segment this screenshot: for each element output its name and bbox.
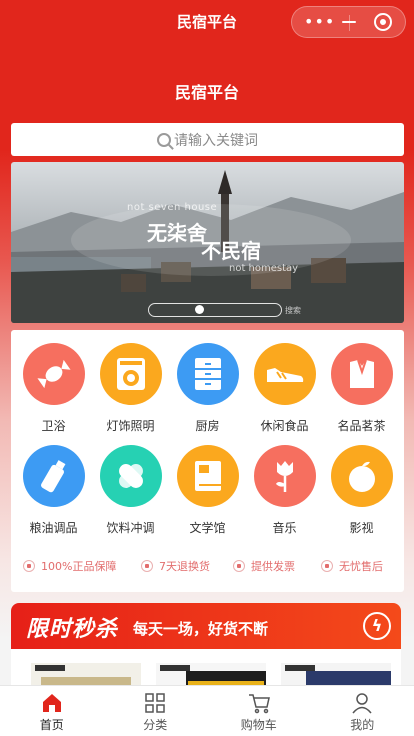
book-icon xyxy=(176,445,239,507)
pill-icon xyxy=(99,445,162,507)
tab-home[interactable]: 首页 xyxy=(0,686,104,736)
banner-pager-dot[interactable] xyxy=(195,305,204,314)
rose-icon xyxy=(253,445,316,507)
receipt-icon xyxy=(233,560,245,572)
category-label: 粮油调品 xyxy=(29,521,78,535)
category-label: 音乐 xyxy=(272,521,297,535)
user-icon xyxy=(311,686,414,714)
category-item[interactable]: 休闲食品 xyxy=(246,343,323,434)
category-label: 名品茗茶 xyxy=(337,419,386,433)
banner-pager-track xyxy=(148,303,282,317)
category-label: 灯饰照明 xyxy=(106,419,155,433)
category-label: 文学馆 xyxy=(189,521,226,535)
bottom-tab-bar: 首页 分类 购物车 我的 xyxy=(0,685,414,736)
search-icon xyxy=(157,132,171,147)
category-item[interactable]: 音乐 xyxy=(246,445,323,536)
menu-capsule: ••• xyxy=(291,6,406,38)
shield-icon xyxy=(23,560,35,572)
category-item[interactable]: 厨房 xyxy=(169,343,246,434)
category-item[interactable]: 文学馆 xyxy=(169,445,246,536)
search-bar[interactable]: 请输入关键词 xyxy=(11,123,404,156)
category-item[interactable]: 名品茗茶 xyxy=(323,343,400,434)
capsule-divider xyxy=(349,15,350,31)
mini-program-nav-bar: 民宿平台 ••• xyxy=(0,0,414,44)
category-label: 饮料冲调 xyxy=(106,521,155,535)
category-item[interactable]: 影视 xyxy=(323,445,400,536)
grid-icon xyxy=(104,686,208,714)
shirt-icon xyxy=(330,343,393,405)
tab-me[interactable]: 我的 xyxy=(311,686,414,736)
category-item[interactable]: 饮料冲调 xyxy=(92,445,169,536)
banner-tagline-top: not seven house xyxy=(127,202,218,213)
more-icon[interactable]: ••• xyxy=(304,14,335,30)
bottle-icon xyxy=(22,445,85,507)
apple-icon xyxy=(330,445,393,507)
category-item[interactable]: 卫浴 xyxy=(15,343,92,434)
tab-category[interactable]: 分类 xyxy=(104,686,208,736)
page-title: 民宿平台 xyxy=(174,83,239,102)
guarantee-item: 提供发票 xyxy=(233,558,295,574)
lightning-icon: ϟ xyxy=(363,612,391,640)
home-icon xyxy=(0,686,104,714)
service-icon xyxy=(321,560,333,572)
minimize-icon[interactable] xyxy=(342,21,356,23)
category-panel: 卫浴 灯饰照明 厨房 休闲食品 名品茗茶 粮油调品 饮料冲调 文学馆 音乐 影视… xyxy=(11,330,404,592)
category-item[interactable]: 粮油调品 xyxy=(15,445,92,536)
washer-icon xyxy=(99,343,162,405)
cabinet-icon xyxy=(176,343,239,405)
close-target-icon[interactable] xyxy=(374,13,392,31)
category-label: 影视 xyxy=(349,521,374,535)
category-item[interactable]: 灯饰照明 xyxy=(92,343,169,434)
cart-icon xyxy=(207,686,311,714)
tab-cart[interactable]: 购物车 xyxy=(207,686,311,736)
banner-headline-2: 不民宿 xyxy=(201,239,261,263)
refresh-icon xyxy=(141,560,153,572)
category-label: 卫浴 xyxy=(41,419,66,433)
banner-tagline-bottom: not homestay xyxy=(229,263,299,274)
flash-sale-header: 限时秒杀 每天一场，好货不断 ϟ xyxy=(11,603,401,649)
candy-icon xyxy=(22,343,85,405)
hero-banner[interactable]: not seven house 无柒舍 不民宿 not homestay 搜索 xyxy=(11,162,404,323)
search-placeholder: 请输入关键词 xyxy=(174,132,258,149)
banner-headline-1: 无柒舍 xyxy=(147,221,207,245)
category-label: 休闲食品 xyxy=(260,419,309,433)
flash-sale-section[interactable]: 限时秒杀 每天一场，好货不断 ϟ xyxy=(11,603,401,693)
guarantee-item: 无忧售后 xyxy=(321,558,383,574)
banner-tag: 搜索 xyxy=(285,306,301,315)
flash-sale-title: 限时秒杀 xyxy=(26,617,119,642)
flash-sale-subtitle: 每天一场，好货不断 xyxy=(133,620,269,638)
guarantee-item: 100%正品保障 xyxy=(23,558,116,574)
category-label: 厨房 xyxy=(195,419,220,433)
sneaker-icon xyxy=(253,343,316,405)
guarantee-item: 7天退换货 xyxy=(141,558,210,574)
